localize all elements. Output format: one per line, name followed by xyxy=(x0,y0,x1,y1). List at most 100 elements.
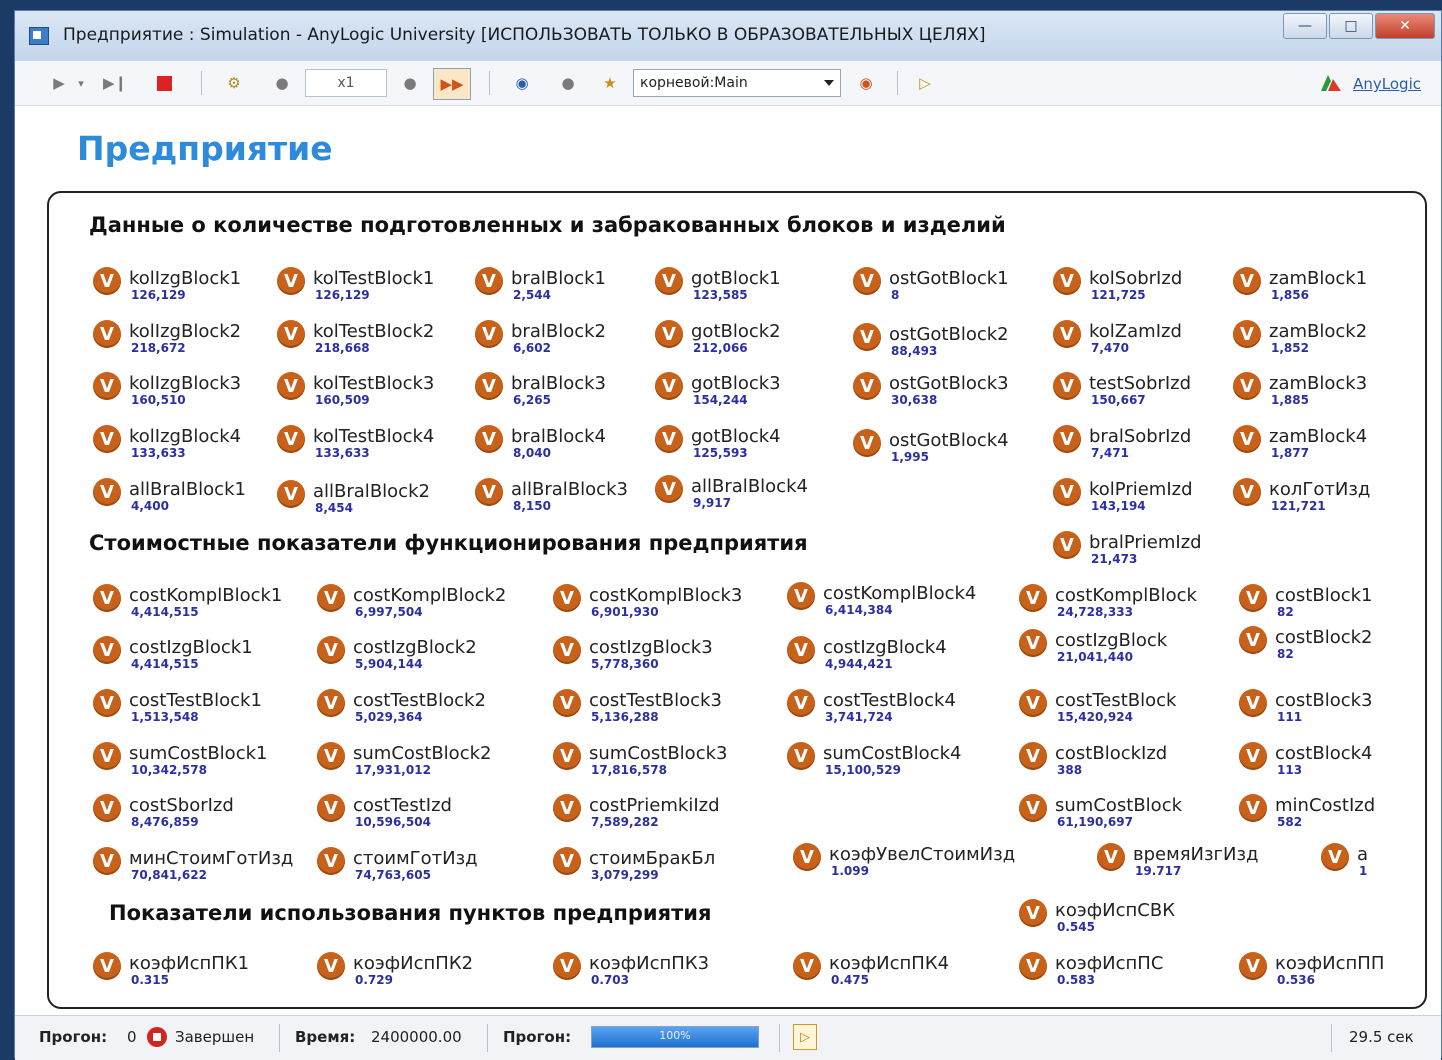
variable-icon: V xyxy=(93,267,121,295)
variable-value: 4,400 xyxy=(131,499,169,513)
variable-value: 6,997,504 xyxy=(355,605,423,619)
variable-value: 21,041,440 xyxy=(1057,650,1133,664)
variable-icon: V xyxy=(1019,952,1047,980)
variable-value: 0.475 xyxy=(831,973,869,987)
variable-name: ostGotBlock2 xyxy=(889,324,1009,345)
variable-name: sumCostBlock4 xyxy=(823,743,962,764)
variable-name: kolPriemIzd xyxy=(1089,479,1193,500)
variable-name: zamBlock1 xyxy=(1269,268,1368,289)
variable-value: 15,420,924 xyxy=(1057,710,1133,724)
variable-name: costSborIzd xyxy=(129,795,234,816)
variable-icon: V xyxy=(475,372,503,400)
variable-icon: V xyxy=(93,584,121,612)
close-icon[interactable]: ✕ xyxy=(1375,13,1435,39)
variable-name: kolTestBlock2 xyxy=(313,321,435,342)
developer-panel-toggle-icon[interactable]: ▷ xyxy=(793,1024,817,1050)
variable-icon: V xyxy=(317,794,345,822)
faster-icon[interactable]: ● xyxy=(395,71,425,95)
variable-icon: V xyxy=(553,847,581,875)
variable-icon: V xyxy=(853,372,881,400)
variable-icon: V xyxy=(93,952,121,980)
variable-name: минСтоимГотИзд xyxy=(129,848,294,869)
run-dropdown-icon[interactable]: ▾ xyxy=(71,71,91,95)
variable-name: kolTestBlock1 xyxy=(313,268,435,289)
variable-name: kolIzgBlock2 xyxy=(129,321,242,342)
variable-value: 218,672 xyxy=(131,341,186,355)
variable-name: коэфИспПП xyxy=(1275,953,1385,974)
variable-name: allBralBlock3 xyxy=(511,479,628,500)
variable-value: 6,265 xyxy=(513,393,551,407)
minimize-icon[interactable]: — xyxy=(1283,13,1327,39)
realtime-toggle-icon[interactable]: ▶▶ xyxy=(433,68,471,100)
variable-icon: V xyxy=(553,689,581,717)
variable-name: costIzgBlock2 xyxy=(353,637,477,658)
variable-name: ostGotBlock4 xyxy=(889,430,1009,451)
variable-name: коэфИспПК2 xyxy=(353,953,474,974)
turtle-icon[interactable]: ● xyxy=(267,71,297,95)
variable-value: 5,778,360 xyxy=(591,657,659,671)
variable-name: costIzgBlock1 xyxy=(129,637,253,658)
variable-name: costIzgBlock3 xyxy=(589,637,713,658)
title-bar: Предприятие : Simulation - AnyLogic Univ… xyxy=(15,11,1441,62)
anylogic-logo-icon xyxy=(1321,75,1341,91)
variable-icon: V xyxy=(1239,626,1267,654)
variable-name: bralSobrIzd xyxy=(1089,426,1192,447)
variable-icon: V xyxy=(1233,267,1261,295)
variable-name: sumCostBlock2 xyxy=(353,743,492,764)
variable-icon: V xyxy=(93,636,121,664)
variable-name: sumCostBlock1 xyxy=(129,743,268,764)
variable-icon: V xyxy=(853,323,881,351)
variable-name: costTestIzd xyxy=(353,795,452,816)
variable-name: costPriemkiIzd xyxy=(589,795,720,816)
variable-value: 2,544 xyxy=(513,288,551,302)
root-selector[interactable]: корневой:Main xyxy=(633,69,841,97)
run-icon[interactable]: ▶ xyxy=(49,71,69,95)
slower-icon[interactable]: ⚙ xyxy=(219,71,249,95)
variable-name: costTestBlock2 xyxy=(353,690,486,711)
variable-value: 82 xyxy=(1277,647,1294,661)
variable-icon: V xyxy=(1053,372,1081,400)
agent-navigation-icon[interactable]: ★ xyxy=(595,71,625,95)
variable-icon: V xyxy=(1019,899,1047,927)
variable-value: 0.536 xyxy=(1277,973,1315,987)
variable-value: 121,725 xyxy=(1091,288,1146,302)
variable-icon: V xyxy=(787,582,815,610)
variable-value: 111 xyxy=(1277,710,1303,724)
stop-icon[interactable] xyxy=(151,71,177,95)
variable-value: 82 xyxy=(1277,605,1294,619)
root-selector-value: корневой:Main xyxy=(640,75,748,91)
variable-icon: V xyxy=(793,952,821,980)
variable-icon: V xyxy=(93,425,121,453)
variable-icon: V xyxy=(317,584,345,612)
variable-name: gotBlock4 xyxy=(691,426,781,447)
variable-value: 160,510 xyxy=(131,393,186,407)
speed-field[interactable]: x1 xyxy=(305,69,387,97)
step-icon[interactable]: ▶❙ xyxy=(101,71,129,95)
variable-name: allBralBlock1 xyxy=(129,479,246,500)
variable-icon: V xyxy=(1019,689,1047,717)
variable-value: 133,633 xyxy=(315,446,370,460)
time-label: Время: xyxy=(295,1028,356,1046)
camera-icon[interactable]: ● xyxy=(553,71,583,95)
variable-value: 5,136,288 xyxy=(591,710,659,724)
variable-icon: V xyxy=(787,742,815,770)
navigate-home-icon[interactable]: ◉ xyxy=(507,71,537,95)
pin-icon[interactable]: ◉ xyxy=(851,71,881,95)
variable-value: 8,454 xyxy=(315,501,353,515)
variable-icon: V xyxy=(1097,843,1125,871)
variable-value: 6,414,384 xyxy=(825,603,893,617)
variable-icon: V xyxy=(1053,320,1081,348)
stopped-status-icon xyxy=(147,1027,167,1047)
progress-label: Прогон: xyxy=(503,1028,572,1046)
maximize-icon[interactable]: □ xyxy=(1329,13,1373,39)
variable-value: 388 xyxy=(1057,763,1083,777)
run-state: Завершен xyxy=(175,1028,255,1046)
variable-icon: V xyxy=(1239,689,1267,717)
window-controls: — □ ✕ xyxy=(1281,13,1435,39)
variable-name: costBlock4 xyxy=(1275,743,1373,764)
anylogic-link[interactable]: AnyLogic xyxy=(1353,75,1421,93)
developer-panel-icon[interactable]: ▷ xyxy=(913,71,937,95)
variable-value: 88,493 xyxy=(891,344,938,358)
variable-icon: V xyxy=(317,742,345,770)
variable-value: 0.315 xyxy=(131,973,169,987)
